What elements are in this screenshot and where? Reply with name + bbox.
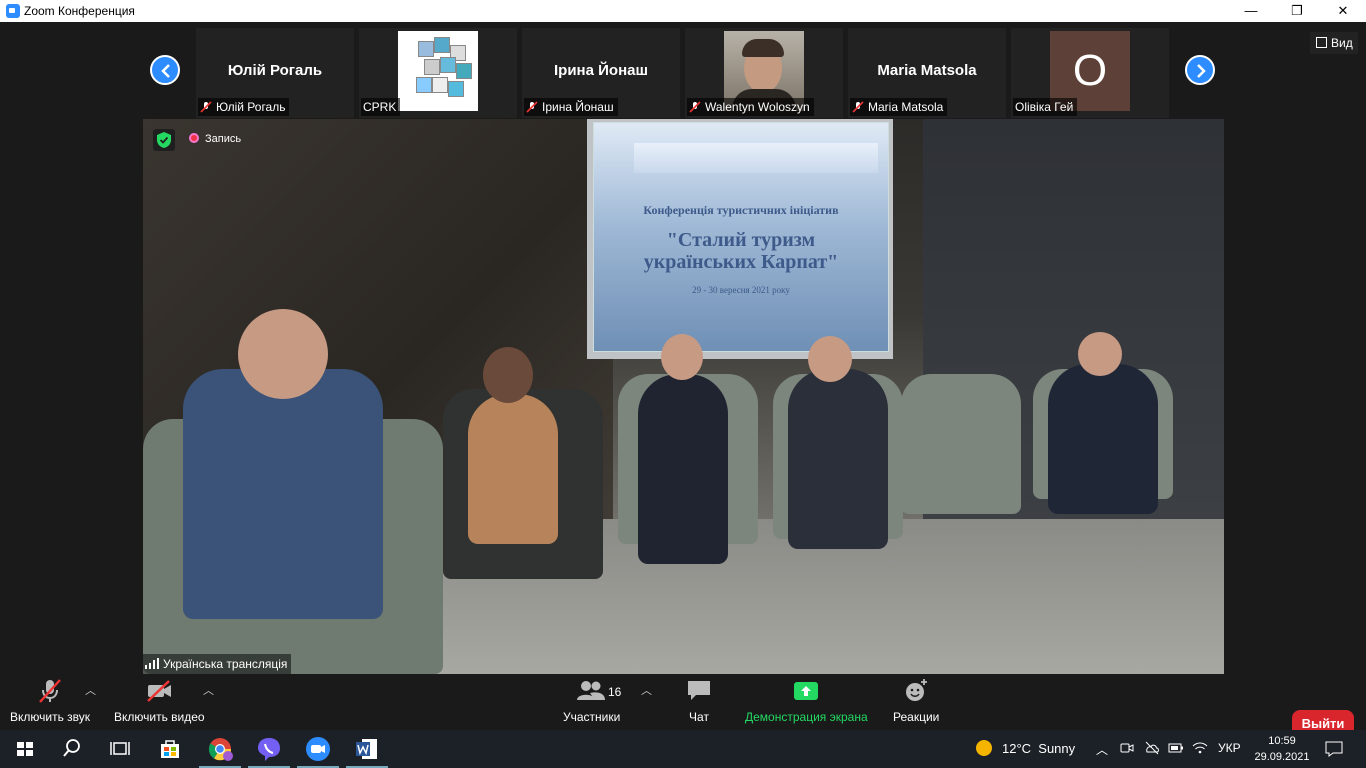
video-off-icon <box>145 678 173 704</box>
minimize-button[interactable]: — <box>1228 0 1274 22</box>
projector-slide: Конференція туристичних ініціатив "Стали… <box>593 122 889 352</box>
unmute-button[interactable]: Включить звук <box>10 678 90 724</box>
window-title: Zoom Конференция <box>24 4 135 18</box>
participant-label: Olівіка Гей <box>1013 98 1078 116</box>
meeting-area: Юлій Рогаль Юлій Рогаль CPRK Ірина Йонаш… <box>0 22 1366 752</box>
view-button[interactable]: Вид <box>1310 32 1358 54</box>
close-button[interactable]: ✕ <box>1320 0 1366 22</box>
gallery-prev-button[interactable] <box>150 55 180 85</box>
chat-button[interactable]: Чат <box>685 678 713 724</box>
search-icon[interactable] <box>57 734 87 764</box>
zoom-icon[interactable] <box>297 734 339 768</box>
weather-widget[interactable]: 12°C Sunny <box>976 740 1075 756</box>
participant-tile[interactable]: CPRK <box>359 28 517 118</box>
slide-date: 29 - 30 вересня 2021 року <box>692 285 790 295</box>
encryption-shield-icon[interactable] <box>153 129 175 151</box>
mic-muted-icon <box>526 101 538 113</box>
chevron-right-icon <box>1197 64 1206 78</box>
wifi-icon[interactable] <box>1192 741 1208 758</box>
participant-tile[interactable]: O Olівіка Гей <box>1011 28 1169 118</box>
share-screen-icon <box>792 678 820 704</box>
speaker-figure <box>183 369 383 619</box>
word-icon[interactable] <box>346 734 388 768</box>
keyboard-language[interactable]: УКР <box>1218 741 1241 755</box>
participant-tile[interactable]: Ірина Йонаш Ірина Йонаш <box>522 28 680 118</box>
meet-now-icon[interactable] <box>1120 741 1134 758</box>
participant-label: Юлій Рогаль <box>198 98 290 116</box>
mic-muted-icon <box>852 101 864 113</box>
participant-name: Ірина Йонаш <box>554 62 648 79</box>
clock-time: 10:59 <box>1268 735 1296 747</box>
windows-taskbar: 12°C Sunny ︿ УКР 10:59 29.09.2021 <box>0 730 1366 768</box>
share-screen-button[interactable]: Демонстрация экрана <box>745 678 868 724</box>
participant-label: Maria Matsola <box>850 98 948 116</box>
gallery-next-button[interactable] <box>1185 55 1215 85</box>
slide-line: Конференція туристичних ініціатив <box>643 203 839 217</box>
store-icon[interactable] <box>155 734 185 764</box>
grid-icon <box>1316 37 1327 48</box>
participant-label: Walentyn Woloszyn <box>687 98 814 116</box>
audio-options-caret[interactable]: ︿ <box>85 682 96 698</box>
reactions-button[interactable]: Реакции <box>893 678 939 724</box>
windows-start-icon[interactable] <box>10 734 40 764</box>
clock-date: 29.09.2021 <box>1254 751 1310 763</box>
system-clock[interactable]: 10:59 29.09.2021 <box>1254 733 1310 765</box>
active-speaker-label: Українська трансляція <box>143 654 292 674</box>
mic-muted-icon <box>689 101 701 113</box>
participant-label: CPRK <box>361 98 401 116</box>
sun-icon <box>976 740 992 756</box>
zoom-app-icon <box>6 4 20 18</box>
participant-tile[interactable]: Юлій Рогаль Юлій Рогаль <box>196 28 354 118</box>
participant-name: Юлій Рогаль <box>227 62 323 79</box>
cloud-offline-icon[interactable] <box>1144 741 1160 758</box>
participant-avatar <box>398 31 478 111</box>
maximize-button[interactable]: ❐ <box>1274 0 1320 22</box>
chrome-icon[interactable] <box>199 734 241 768</box>
participant-label: Ірина Йонаш <box>524 98 618 116</box>
video-options-caret[interactable]: ︿ <box>203 682 214 698</box>
chevron-left-icon <box>161 64 170 78</box>
participant-tile[interactable]: Walentyn Woloszyn <box>685 28 843 118</box>
main-video: Конференція туристичних ініціатив "Стали… <box>143 119 1224 674</box>
task-view-icon[interactable] <box>105 734 135 764</box>
emoji-icon <box>902 678 930 704</box>
viber-icon[interactable] <box>248 734 290 768</box>
chat-icon <box>685 678 713 704</box>
participants-icon <box>577 678 605 704</box>
participant-tile[interactable]: Maria Matsola Maria Matsola <box>848 28 1006 118</box>
notifications-icon[interactable] <box>1325 741 1343 760</box>
participants-count: 16 <box>608 685 622 699</box>
participant-name: Maria Matsola <box>877 62 977 79</box>
recording-indicator: Запись <box>189 133 241 145</box>
title-bar: Zoom Конференция — ❐ ✕ <box>0 0 1366 22</box>
participants-options-caret[interactable]: ︿ <box>641 682 652 698</box>
mic-muted-icon <box>36 678 64 704</box>
slide-title: "Сталий туризм українських Карпат" <box>643 229 839 273</box>
record-icon <box>189 133 199 143</box>
tray-expand-icon[interactable]: ︿ <box>1096 741 1108 758</box>
start-video-button[interactable]: Включить видео <box>114 678 205 724</box>
signal-icon <box>145 658 159 669</box>
battery-icon[interactable] <box>1168 741 1184 758</box>
mic-muted-icon <box>200 101 212 113</box>
